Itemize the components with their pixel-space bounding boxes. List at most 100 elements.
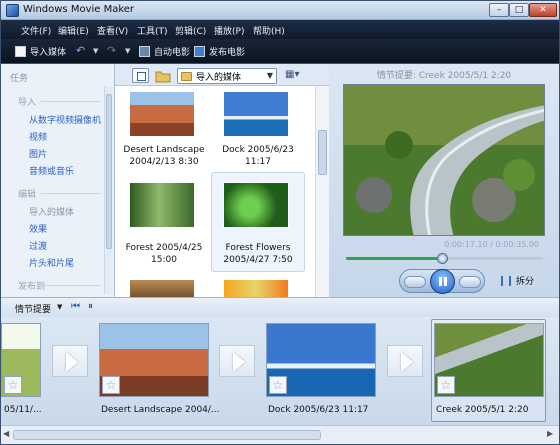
- media-thumbnail: [223, 182, 289, 228]
- star-icon[interactable]: ☆: [4, 376, 22, 394]
- media-caption: Dock 2005/6/23 11:17: [222, 145, 294, 167]
- title-bar: Windows Movie Maker – □ ✕: [1, 1, 559, 20]
- app-icon: [6, 4, 19, 17]
- preview-monitor: 情节提要: Creek 2005/5/1 2:20 0:00:17.10 / 0…: [329, 64, 559, 297]
- import-media-button[interactable]: 导入媒体: [15, 45, 66, 58]
- import-media-label: 导入媒体: [30, 48, 67, 58]
- storyboard-clip[interactable]: ☆: [266, 323, 376, 397]
- collection-select[interactable]: 导入的媒体 ▼: [177, 68, 277, 84]
- publish-movie-label: 发布电影: [209, 48, 246, 58]
- publish-icon: [194, 46, 205, 57]
- pause-storyboard-icon[interactable]: ⏸: [88, 301, 93, 312]
- chevron-down-icon[interactable]: ▼: [57, 303, 62, 311]
- menu-file[interactable]: 文件(F): [21, 24, 51, 37]
- tasks-pane: 任务 导入 从数字视频摄像机 视频 图片 音频或音乐 编辑 导入的媒体 效果 过…: [1, 64, 115, 297]
- tasks-scroll-thumb[interactable]: [106, 94, 112, 249]
- task-import-audio[interactable]: 音频或音乐: [29, 164, 74, 177]
- playback-controls: [399, 269, 485, 294]
- folder-icon: [181, 71, 192, 81]
- auto-movie-button[interactable]: 自动电影: [139, 45, 190, 58]
- film-icon: [139, 46, 150, 57]
- menu-edit[interactable]: 编辑(E): [58, 24, 89, 37]
- menu-help[interactable]: 帮助(H): [253, 24, 285, 37]
- storyboard: ☆ 05/11/... ☆ Desert Landscape 2004/... …: [1, 317, 559, 425]
- preview-time: 0:00:17.10 / 0:00:35.00: [444, 240, 539, 249]
- media-grid-scroll-thumb[interactable]: [318, 130, 327, 175]
- folder-icon[interactable]: [155, 68, 171, 83]
- task-import-pictures[interactable]: 图片: [29, 147, 47, 160]
- preview-image: [344, 85, 544, 235]
- edit-section-heading: 编辑: [18, 190, 37, 200]
- storyboard-clip[interactable]: ☆: [434, 323, 544, 397]
- transition-slot[interactable]: [219, 345, 255, 377]
- star-icon[interactable]: ☆: [437, 376, 455, 394]
- window-title: Windows Movie Maker: [23, 4, 135, 15]
- preview-video: [343, 84, 545, 236]
- section-divider: [41, 193, 101, 194]
- storyboard-toolbar: 情节提要 ▼ ⏮ ⏸: [1, 297, 559, 317]
- media-thumbnail: [223, 91, 289, 137]
- redo-icon[interactable]: ↷: [107, 44, 116, 57]
- scroll-left-icon[interactable]: ◀: [3, 429, 9, 438]
- storyboard-scroll-thumb[interactable]: [13, 430, 321, 440]
- media-caption: Forest Flowers 2005/4/27 7:50: [223, 243, 293, 265]
- media-thumbnail: [129, 279, 195, 297]
- rewind-storyboard-icon[interactable]: ⏮: [71, 301, 80, 312]
- menu-clip[interactable]: 剪辑(C): [175, 24, 206, 37]
- storyboard-scrollbar[interactable]: ◀ ▶: [1, 425, 559, 444]
- clip-caption: Creek 2005/5/1 2:20: [436, 405, 529, 415]
- undo-dropdown-icon[interactable]: ▼: [93, 47, 98, 55]
- collections-toolbar: 导入的媒体 ▼ ▦▾: [115, 64, 329, 86]
- auto-movie-label: 自动电影: [154, 48, 191, 58]
- menu-view[interactable]: 查看(V): [97, 24, 128, 37]
- transition-slot[interactable]: [387, 345, 423, 377]
- star-icon[interactable]: ☆: [269, 376, 287, 394]
- scroll-right-icon[interactable]: ▶: [547, 429, 553, 438]
- pause-button[interactable]: [430, 269, 455, 294]
- close-button[interactable]: ✕: [529, 3, 557, 17]
- redo-dropdown-icon[interactable]: ▼: [125, 47, 130, 55]
- app-window: Windows Movie Maker – □ ✕ 文件(F) 编辑(E) 查看…: [0, 0, 560, 445]
- maximize-button[interactable]: □: [509, 3, 529, 17]
- seek-handle[interactable]: [436, 253, 448, 264]
- task-transitions[interactable]: 过渡: [29, 239, 47, 252]
- toolbar: 导入媒体 ↶ ▼ ↷ ▼ 自动电影 发布电影: [1, 39, 559, 64]
- media-caption: Desert Landscape 2004/2/13 8:30: [123, 145, 205, 167]
- preview-title: 情节提要: Creek 2005/5/1 2:20: [376, 71, 512, 81]
- section-divider: [41, 285, 101, 286]
- publish-movie-button[interactable]: 发布电影: [194, 45, 245, 58]
- import-section-heading: 导入: [18, 98, 37, 108]
- media-thumbnail: [223, 279, 289, 297]
- storyboard-clip[interactable]: ☆: [1, 323, 41, 397]
- rewind-button[interactable]: [404, 276, 426, 288]
- menu-bar: 文件(F) 编辑(E) 查看(V) 工具(T) 剪辑(C) 播放(P) 帮助(H…: [1, 20, 559, 39]
- minimize-button[interactable]: –: [489, 3, 509, 17]
- section-divider: [41, 101, 101, 102]
- storyboard-view-label[interactable]: 情节提要: [15, 302, 51, 315]
- task-imported-media[interactable]: 导入的媒体: [29, 205, 74, 218]
- storyboard-clip[interactable]: ☆: [99, 323, 209, 397]
- media-grid-scrollbar[interactable]: [315, 86, 329, 297]
- task-from-camera[interactable]: 从数字视频摄像机: [29, 113, 101, 126]
- task-import-video[interactable]: 视频: [29, 130, 47, 143]
- forward-button[interactable]: [459, 276, 481, 288]
- split-button[interactable]: 拆分: [501, 274, 534, 287]
- media-caption: Forest 2005/4/25 15:00: [125, 243, 203, 265]
- star-icon[interactable]: ☆: [102, 376, 120, 394]
- seek-bar[interactable]: [346, 253, 543, 264]
- menu-play[interactable]: 播放(P): [214, 24, 244, 37]
- task-effects[interactable]: 效果: [29, 222, 47, 235]
- view-mode-button[interactable]: [132, 68, 149, 83]
- split-label: 拆分: [516, 277, 535, 287]
- task-titles-credits[interactable]: 片头和片尾: [29, 256, 74, 269]
- sort-menu-icon[interactable]: ▦▾: [285, 69, 299, 80]
- transition-slot[interactable]: [52, 345, 88, 377]
- menu-tools[interactable]: 工具(T): [137, 24, 168, 37]
- clip-caption: 05/11/...: [4, 405, 42, 415]
- seek-progress: [346, 257, 443, 260]
- undo-icon[interactable]: ↶: [76, 44, 85, 57]
- media-thumbnail: [129, 91, 195, 137]
- tasks-scrollbar[interactable]: [104, 86, 112, 294]
- media-thumbnail: [129, 182, 195, 228]
- collection-selected-value: 导入的媒体: [196, 72, 242, 83]
